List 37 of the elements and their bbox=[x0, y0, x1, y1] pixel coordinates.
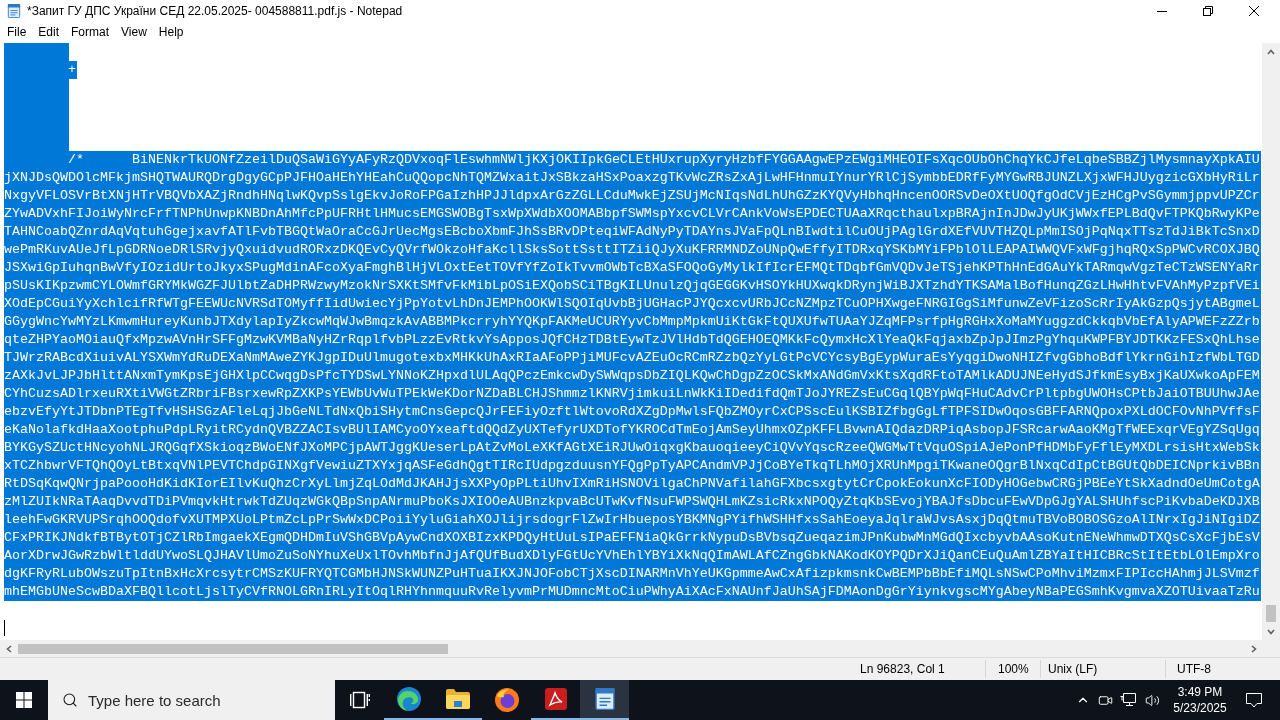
chevron-up-icon bbox=[1267, 48, 1275, 55]
menu-item[interactable]: Edit bbox=[32, 22, 66, 43]
notification-icon bbox=[1246, 692, 1262, 708]
globe-logo-icon bbox=[494, 688, 519, 712]
chevron-down-icon bbox=[1267, 628, 1275, 635]
speaker-icon bbox=[1144, 692, 1160, 708]
taskbar-button[interactable] bbox=[580, 680, 629, 720]
window-title: *Запит ГУ ДПС України СЕД 22.05.2025- 004588811.pdf.js - Notepad bbox=[27, 3, 403, 20]
menu-item[interactable]: View bbox=[115, 22, 153, 43]
close-icon bbox=[1249, 6, 1259, 16]
notepad-icon bbox=[7, 4, 21, 18]
menu-item[interactable]: Help bbox=[152, 22, 190, 43]
search-field[interactable]: Type here to search bbox=[48, 680, 335, 720]
menu-item[interactable]: Format bbox=[65, 22, 116, 43]
vertical-scrollbar[interactable] bbox=[1262, 43, 1280, 640]
minimize-icon bbox=[1157, 10, 1167, 12]
line-ending: Unix (LF) bbox=[1048, 662, 1098, 676]
restore-icon bbox=[1203, 6, 1213, 16]
swirl-logo-icon bbox=[396, 687, 421, 711]
task-view-icon bbox=[349, 691, 370, 709]
cursor-position: Ln 96823, Col 1 bbox=[860, 662, 945, 676]
scrollbar-thumb[interactable] bbox=[1266, 605, 1276, 622]
notepad-icon bbox=[593, 688, 616, 710]
windows-logo-icon bbox=[16, 692, 32, 708]
document-logo-icon bbox=[544, 688, 567, 710]
menu-item[interactable]: File bbox=[1, 22, 33, 43]
horizontal-scrollbar[interactable] bbox=[0, 640, 1262, 657]
encoding: UTF-8 bbox=[1177, 662, 1211, 676]
wired-network-icon bbox=[1120, 692, 1136, 708]
search-icon bbox=[62, 692, 78, 708]
scrollbar-thumb[interactable] bbox=[18, 643, 448, 654]
folder-icon bbox=[445, 689, 470, 709]
chevron-right-icon bbox=[1250, 644, 1257, 653]
zoom-level: 100% bbox=[998, 662, 1029, 676]
clock-date: 5/23/2025 bbox=[1173, 700, 1227, 716]
chevron-left-icon bbox=[5, 644, 12, 653]
clock-time: 3:49 PM bbox=[1177, 684, 1223, 700]
